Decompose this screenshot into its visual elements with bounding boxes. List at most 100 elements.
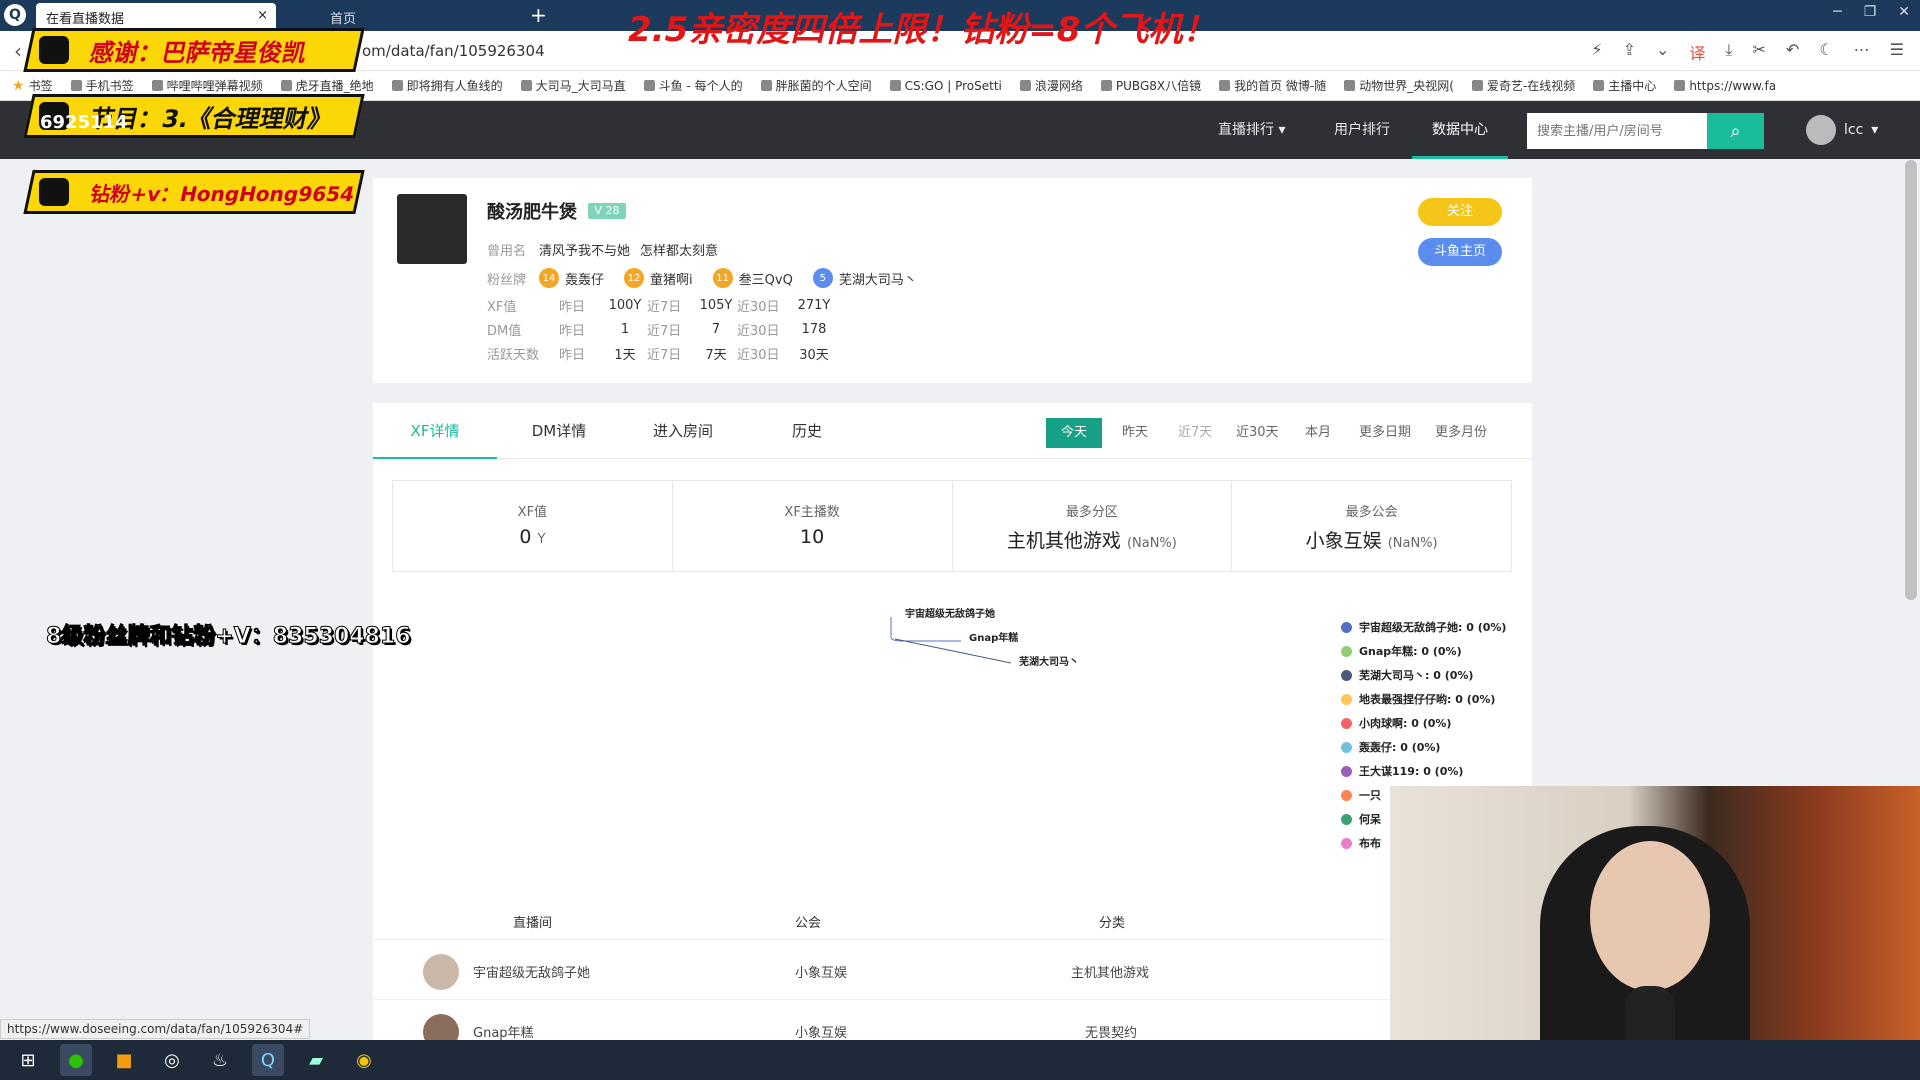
close-icon[interactable]: × xyxy=(257,8,268,23)
used-name: 清风予我不与她 xyxy=(539,244,631,259)
app-icon[interactable]: ■ xyxy=(108,1044,140,1076)
back-icon[interactable]: ‹ xyxy=(14,39,22,63)
favicon-icon xyxy=(1674,80,1686,91)
range-this-month[interactable]: 本月 xyxy=(1305,418,1331,448)
th-room: 直播间 xyxy=(513,916,553,931)
stat-value: 10 xyxy=(800,526,825,548)
fan-badge[interactable]: 11 叁三QvQ xyxy=(712,268,793,288)
stat-value: 30天 xyxy=(799,348,829,363)
legend-dot xyxy=(1341,717,1352,729)
url-text[interactable]: om/data/fan/105926304 xyxy=(362,42,545,60)
tab-history[interactable]: 历史 xyxy=(745,403,869,459)
nav-data-center[interactable]: 数据中心 xyxy=(1412,101,1508,159)
row-room[interactable]: Gnap年糕 xyxy=(473,1022,534,1041)
bookmark-item[interactable]: ★ 书签 xyxy=(12,77,53,94)
row-room[interactable]: 宇宙超级无敌鸽子她 xyxy=(473,962,590,981)
nav-live-ranking[interactable]: 直播排行 ▾ xyxy=(1218,101,1285,159)
legend-dot xyxy=(1341,645,1352,657)
follow-button[interactable]: 关注 xyxy=(1418,198,1502,226)
bookmark-label: PUBG8X八倍镜 xyxy=(1115,79,1202,93)
tab-xf-detail[interactable]: XF详情 xyxy=(373,403,497,459)
stats-summary: XF值 0 Y XF主播数 10 最多分区 主机其他游戏 (NaN%) 最多公会… xyxy=(392,480,1512,572)
browser-tab-inactive[interactable]: 首页 xyxy=(280,3,520,31)
bookmark-item[interactable]: 动物世界_央视网( xyxy=(1344,77,1454,94)
menu-icon[interactable]: ☰ xyxy=(1890,40,1904,64)
fan-level: 11 xyxy=(712,268,733,288)
user-menu[interactable]: lcc ▾ xyxy=(1806,115,1878,145)
legend-item[interactable]: 宇宙超级无敌鸽子她: 0 (0%) xyxy=(1341,615,1506,639)
period-label: 昨日 xyxy=(559,348,586,363)
fan-badge[interactable]: 14 轰轰仔 xyxy=(539,268,604,288)
browser-tab-active[interactable]: 在看直播数据 × xyxy=(36,3,276,31)
more-icon[interactable]: ⋯ xyxy=(1854,40,1870,64)
wechat-icon[interactable]: ● xyxy=(60,1044,92,1076)
period-label: 昨日 xyxy=(559,324,586,339)
bookmark-item[interactable]: 虎牙直播_绝地 xyxy=(280,77,374,94)
lightning-icon[interactable]: ⚡ xyxy=(1591,40,1602,64)
bookmark-item[interactable]: 爱奇艺-在线视频 xyxy=(1471,77,1575,94)
bookmark-item[interactable]: https://www.fa xyxy=(1674,79,1776,93)
search-button[interactable]: ⌕ xyxy=(1707,113,1764,149)
range-30days[interactable]: 近30天 xyxy=(1236,418,1279,448)
bookmark-item[interactable]: 浪漫网络 xyxy=(1019,77,1083,94)
range-7days[interactable]: 近7天 xyxy=(1178,418,1212,448)
legend-item[interactable]: 小肉球啊: 0 (0%) xyxy=(1341,711,1506,735)
minimize-icon[interactable]: ─ xyxy=(1833,4,1841,20)
steam-icon[interactable]: ♨ xyxy=(204,1044,236,1076)
screen: Q 在看直播数据 × 首页 + ─ ❐ ✕ ‹ om/data/fan/1059… xyxy=(0,0,1920,1080)
browser-logo-icon[interactable]: Q xyxy=(4,4,26,26)
range-more-dates[interactable]: 更多日期 xyxy=(1359,418,1411,448)
legend-label: 王大谋119: 0 (0%) xyxy=(1359,765,1464,778)
new-tab-icon[interactable]: + xyxy=(530,3,547,27)
bookmark-item[interactable]: 我的首页 微博-随 xyxy=(1219,77,1326,94)
moon-icon[interactable]: ☾ xyxy=(1819,40,1833,64)
tab-dm-detail[interactable]: DM详情 xyxy=(497,403,621,459)
chevron-down-icon[interactable]: ⌄ xyxy=(1656,40,1669,64)
bookmark-item[interactable]: 胖胀菌的个人空间 xyxy=(760,77,872,94)
range-today[interactable]: 今天 xyxy=(1046,418,1103,448)
stat-top-category: 最多分区 主机其他游戏 (NaN%) xyxy=(953,481,1233,571)
legend-item[interactable]: 地表最强捏仔仔哟: 0 (0%) xyxy=(1341,687,1506,711)
notes-icon[interactable]: ▰ xyxy=(300,1044,332,1076)
favicon-icon xyxy=(1593,80,1605,91)
game-icon[interactable]: ◉ xyxy=(348,1044,380,1076)
undo-icon[interactable]: ↶ xyxy=(1786,40,1799,64)
search-input[interactable] xyxy=(1527,113,1707,149)
fan-badge[interactable]: 12 童猪啊i xyxy=(624,268,693,288)
fan-badge[interactable]: 5 芜湖大司马丶 xyxy=(812,268,917,288)
bookmark-label: 斗鱼 - 每个人的 xyxy=(658,79,743,93)
favicon-icon xyxy=(760,80,772,91)
legend-item[interactable]: 轰轰仔: 0 (0%) xyxy=(1341,735,1506,759)
bookmark-item[interactable]: CS:GO | ProSetti xyxy=(889,79,1002,93)
bookmark-item[interactable]: PUBG8X八倍镜 xyxy=(1100,77,1202,94)
table-row[interactable]: 宇宙超级无敌鸽子她 小象互娱 主机其他游戏 xyxy=(373,940,1532,1000)
bookmark-item[interactable]: 手机书签 xyxy=(70,77,134,94)
hex-icon xyxy=(39,36,69,64)
stat-top-guild: 最多公会 小象互娱 (NaN%) xyxy=(1232,481,1511,571)
nav-label: 直播排行 xyxy=(1218,122,1274,138)
browser-taskbar-icon[interactable]: Q xyxy=(252,1044,284,1076)
range-more-months[interactable]: 更多月份 xyxy=(1435,418,1487,448)
bookmark-item[interactable]: 哔哩哔哩弹幕视频 xyxy=(151,77,263,94)
scissors-icon[interactable]: ✂ xyxy=(1753,40,1766,64)
restore-icon[interactable]: ❐ xyxy=(1864,4,1877,20)
share-icon[interactable]: ⇪ xyxy=(1623,40,1636,64)
close-window-icon[interactable]: ✕ xyxy=(1898,4,1910,20)
range-yesterday[interactable]: 昨天 xyxy=(1122,418,1148,448)
bookmark-item[interactable]: 主播中心 xyxy=(1593,77,1656,94)
legend-item[interactable]: Gnap年糕: 0 (0%) xyxy=(1341,639,1506,663)
legend-item[interactable]: 芜湖大司马丶: 0 (0%) xyxy=(1341,663,1506,687)
obs-icon[interactable]: ◎ xyxy=(156,1044,188,1076)
page-scrollbar[interactable] xyxy=(1905,160,1917,600)
favicon-icon xyxy=(70,80,82,91)
legend-item[interactable]: 王大谋119: 0 (0%) xyxy=(1341,759,1506,783)
windows-start-icon[interactable]: ⊞ xyxy=(12,1044,44,1076)
bookmark-item[interactable]: 即将拥有人鱼线的 xyxy=(391,77,503,94)
tab-enter-room[interactable]: 进入房间 xyxy=(621,403,745,459)
download-icon[interactable]: ⤓ xyxy=(1725,40,1732,64)
bookmark-item[interactable]: 大司马_大司马直 xyxy=(520,77,626,94)
translate-icon[interactable]: 译 xyxy=(1689,40,1705,64)
nav-user-ranking[interactable]: 用户排行 xyxy=(1334,101,1390,159)
douyu-home-button[interactable]: 斗鱼主页 xyxy=(1418,238,1502,266)
bookmark-item[interactable]: 斗鱼 - 每个人的 xyxy=(643,77,743,94)
